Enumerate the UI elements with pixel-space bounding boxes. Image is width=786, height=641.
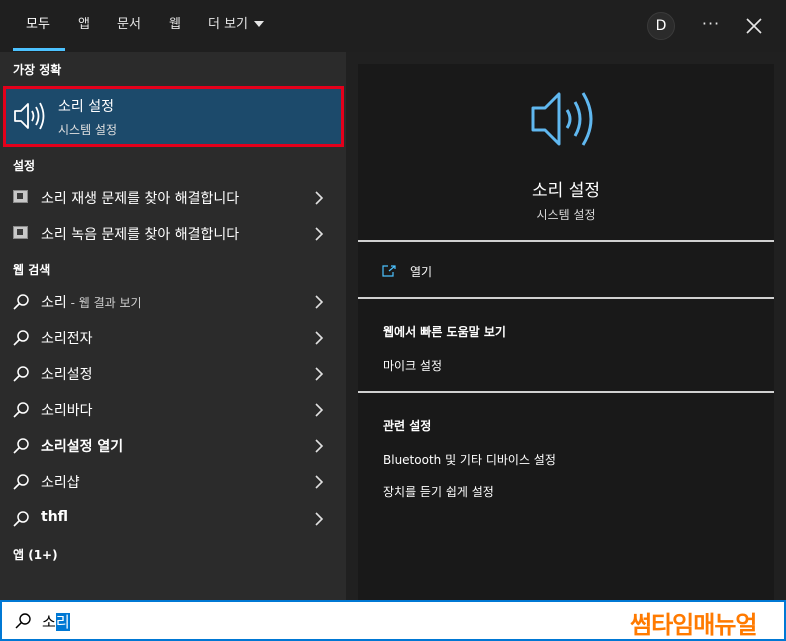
search-icon: [12, 293, 30, 311]
list-item-label: 소리 재생 문제를 찾아 해결합니다: [41, 191, 240, 207]
list-item[interactable]: 소리 녹음 문제를 찾아 해결합니다: [0, 216, 346, 252]
tab-more[interactable]: 더 보기: [208, 0, 265, 52]
list-item-label: 소리설정 열기: [41, 439, 124, 455]
list-item[interactable]: thfl: [0, 501, 346, 537]
troubleshoot-icon: [13, 190, 28, 203]
list-item[interactable]: 소리전자: [0, 320, 346, 356]
list-item-label: 소리전자: [41, 331, 93, 347]
list-item-label: 소리바다: [41, 403, 93, 419]
query-text: 소리: [41, 295, 67, 311]
open-action[interactable]: 열기: [410, 263, 432, 280]
search-icon: [12, 401, 30, 419]
search-input[interactable]: 소리: [42, 611, 70, 632]
chevron-right-icon: [313, 226, 325, 242]
list-item[interactable]: 소리바다: [0, 392, 346, 428]
settings-header: 설정: [13, 159, 36, 173]
top-bar: 모두 앱 문서 웹 더 보기 D ···: [0, 0, 786, 52]
divider: [358, 391, 774, 393]
speaker-icon: [12, 99, 46, 133]
list-item-label: 소리샵: [41, 475, 80, 491]
chevron-right-icon: [313, 511, 325, 527]
list-item[interactable]: 소리 재생 문제를 찾아 해결합니다: [0, 180, 346, 216]
related-settings-link[interactable]: 장치를 듣기 쉽게 설정: [383, 483, 494, 500]
chevron-right-icon: [313, 474, 325, 490]
close-icon[interactable]: [740, 12, 768, 40]
tab-apps[interactable]: 앱: [78, 0, 90, 52]
search-icon: [12, 473, 30, 491]
web-help-link[interactable]: 마이크 설정: [383, 357, 442, 374]
search-icon: [12, 510, 30, 528]
tab-web[interactable]: 웹: [169, 0, 181, 52]
list-item-label: thfl: [41, 509, 69, 525]
list-item-label: 소리 녹음 문제를 찾아 해결합니다: [41, 227, 240, 243]
preview-subtitle: 시스템 설정: [536, 208, 596, 222]
search-icon: [14, 612, 32, 630]
list-item-label: 소리설정: [41, 367, 93, 383]
web-results-suffix: - 웹 결과 보기: [66, 296, 142, 310]
best-match-title: 소리 설정: [58, 99, 114, 115]
search-icon: [12, 365, 30, 383]
preview-title: 소리 설정: [532, 181, 600, 201]
watermark-logo: 썸타임매뉴얼: [630, 611, 757, 639]
related-settings-header: 관련 설정: [383, 419, 432, 433]
search-typed-text: 소: [42, 613, 56, 631]
search-icon: [12, 329, 30, 347]
chevron-right-icon: [313, 402, 325, 418]
list-item-label: 소리 - 웹 결과 보기: [41, 292, 142, 312]
best-match-sound-settings[interactable]: 소리 설정 시스템 설정: [3, 86, 344, 147]
search-icon: [12, 437, 30, 455]
list-item[interactable]: 소리설정: [0, 356, 346, 392]
web-help-header: 웹에서 빠른 도움말 보기: [383, 325, 506, 339]
divider: [358, 240, 774, 242]
account-avatar[interactable]: D: [647, 12, 675, 40]
search-box[interactable]: 소리 썸타임매뉴얼: [0, 600, 786, 641]
speaker-icon: [529, 88, 601, 150]
chevron-down-icon: [254, 20, 265, 27]
best-match-subtitle: 시스템 설정: [58, 123, 118, 137]
chevron-right-icon: [313, 438, 325, 454]
list-item[interactable]: 소리설정 열기: [0, 428, 346, 464]
tab-more-label: 더 보기: [208, 17, 249, 32]
divider: [358, 297, 774, 299]
results-panel: 가장 정확 소리 설정 시스템 설정 설정 소리 재생 문제를 찾아 해결합니다…: [0, 52, 346, 600]
tab-documents[interactable]: 문서: [117, 0, 141, 52]
chevron-right-icon: [313, 294, 325, 310]
chevron-right-icon: [313, 190, 325, 206]
chevron-right-icon: [313, 366, 325, 382]
tab-all[interactable]: 모두: [26, 0, 50, 52]
preview-card: 소리 설정 시스템 설정 열기 웹에서 빠른 도움말 보기 마이크 설정 관련 …: [358, 64, 774, 600]
open-icon: [382, 262, 396, 277]
list-item[interactable]: 소리샵: [0, 464, 346, 500]
search-selected-text: 리: [55, 613, 70, 631]
more-options-icon[interactable]: ···: [697, 12, 725, 40]
web-search-header: 웹 검색: [13, 263, 51, 277]
related-settings-link[interactable]: Bluetooth 및 기타 디바이스 설정: [383, 451, 556, 468]
preview-panel: 소리 설정 시스템 설정 열기 웹에서 빠른 도움말 보기 마이크 설정 관련 …: [346, 52, 786, 600]
active-tab-indicator: [13, 48, 65, 51]
chevron-right-icon: [313, 330, 325, 346]
apps-header[interactable]: 앱 (1+): [13, 546, 58, 563]
troubleshoot-icon: [13, 226, 28, 239]
list-item[interactable]: 소리 - 웹 결과 보기: [0, 284, 346, 320]
best-match-header: 가장 정확: [13, 63, 62, 77]
